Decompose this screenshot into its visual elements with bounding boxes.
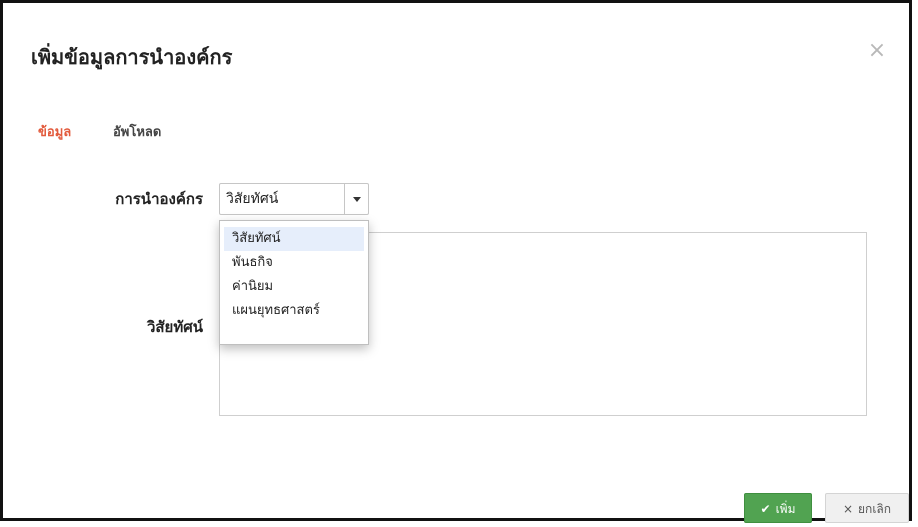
modal-dialog: เพิ่มข้อมูลการนำองค์กร × ข้อมูล อัพโหลด … xyxy=(0,0,912,523)
tab-upload[interactable]: อัพโหลด xyxy=(113,119,161,147)
add-button-label: เพิ่ม xyxy=(775,502,796,516)
add-button[interactable]: ✔ เพิ่ม xyxy=(744,493,812,523)
modal-title: เพิ่มข้อมูลการนำองค์กร xyxy=(31,45,233,69)
x-icon: × xyxy=(842,502,854,516)
chevron-down-icon[interactable] xyxy=(344,184,368,214)
close-icon[interactable]: × xyxy=(865,39,889,63)
dropdown-option-strategy[interactable]: แผนยุทธศาสตร์ xyxy=(224,299,364,323)
vision-label: วิสัยทัศน์ xyxy=(146,318,203,336)
org-type-select-value: วิสัยทัศน์ xyxy=(226,191,279,207)
tab-info[interactable]: ข้อมูล xyxy=(38,119,71,147)
dropdown-option-vision[interactable]: วิสัยทัศน์ xyxy=(224,227,364,251)
org-type-dropdown-menu: วิสัยทัศน์ พันธกิจ ค่านิยม แผนยุทธศาสตร์ xyxy=(219,220,369,345)
org-type-label: การนำองค์กร xyxy=(115,190,203,208)
dropdown-option-values[interactable]: ค่านิยม xyxy=(224,275,364,299)
dropdown-option-mission[interactable]: พันธกิจ xyxy=(224,251,364,275)
cancel-button[interactable]: × ยกเลิก xyxy=(825,493,909,523)
cancel-button-label: ยกเลิก xyxy=(858,502,892,516)
org-type-select[interactable]: วิสัยทัศน์ xyxy=(219,183,369,215)
check-icon: ✔ xyxy=(760,502,771,516)
